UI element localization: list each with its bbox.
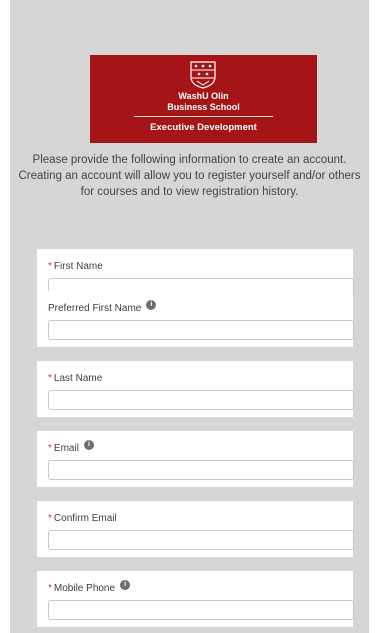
- logo-divider: [134, 116, 273, 117]
- required-marker: *: [48, 373, 52, 384]
- email-input[interactable]: [48, 460, 354, 480]
- required-marker: *: [48, 583, 52, 594]
- preferred-first-name-label: Preferred First Name i: [48, 299, 157, 314]
- email-label: * Email i: [48, 439, 94, 454]
- confirm-email-label-text: Confirm Email: [53, 513, 117, 524]
- info-icon[interactable]: i: [120, 579, 131, 590]
- logo-program-line: Executive Development: [150, 122, 257, 133]
- logo-school-line: Business School: [167, 102, 240, 112]
- washu-olin-logo: WashU Olin Business School Executive Dev…: [90, 55, 317, 143]
- preferred-first-name-label-text: Preferred First Name: [48, 303, 142, 314]
- required-marker: *: [48, 443, 52, 454]
- first-name-label-text: First Name: [53, 261, 103, 272]
- crest-icon: [190, 61, 216, 89]
- info-icon[interactable]: i: [83, 439, 94, 450]
- confirm-email-label: * Confirm Email: [48, 513, 117, 524]
- registration-panel: WashU Olin Business School Executive Dev…: [10, 0, 369, 633]
- email-label-text: Email: [53, 443, 79, 454]
- mobile-phone-input[interactable]: [48, 600, 354, 620]
- required-marker: *: [48, 261, 52, 272]
- mobile-phone-card: * Mobile Phone i: [37, 571, 354, 627]
- confirm-email-input[interactable]: [48, 530, 354, 550]
- intro-text: Please provide the following information…: [18, 154, 361, 198]
- first-name-label: * First Name: [48, 261, 103, 272]
- last-name-label: * Last Name: [48, 373, 102, 384]
- page: WashU Olin Business School Executive Dev…: [0, 0, 379, 633]
- preferred-first-name-input[interactable]: [48, 320, 354, 340]
- mobile-phone-label-text: Mobile Phone: [53, 583, 116, 594]
- info-icon[interactable]: i: [146, 299, 157, 310]
- last-name-label-text: Last Name: [53, 373, 103, 384]
- last-name-input[interactable]: [48, 390, 354, 410]
- preferred-first-name-card: Preferred First Name i: [37, 291, 354, 347]
- confirm-email-card: * Confirm Email: [37, 501, 354, 557]
- email-card: * Email i: [37, 431, 354, 487]
- required-marker: *: [48, 513, 52, 524]
- mobile-phone-label: * Mobile Phone i: [48, 579, 131, 594]
- last-name-card: * Last Name: [37, 361, 354, 417]
- logo-name-line: WashU Olin: [178, 91, 229, 101]
